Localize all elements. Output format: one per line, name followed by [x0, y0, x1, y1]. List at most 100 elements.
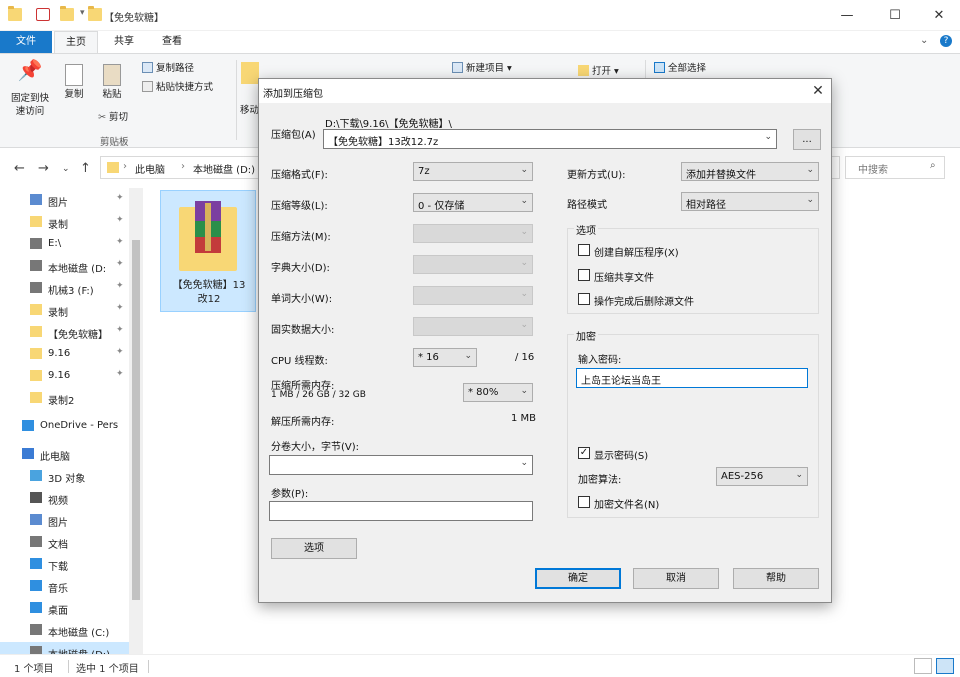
encryption-method-select[interactable]: AES-256 ⌄ — [716, 467, 808, 486]
tab-share[interactable]: 共享 — [104, 31, 144, 53]
chevron-down-icon: ⌄ — [520, 258, 528, 268]
properties-icon[interactable] — [36, 8, 50, 21]
open-icon — [578, 65, 589, 76]
window-folder-icon — [88, 6, 102, 21]
chevron-down-icon: ⌄ — [806, 195, 814, 205]
file-item-archive-folder[interactable]: 【免免软糖】13 改12 — [160, 190, 256, 312]
options-button[interactable]: 选项 — [271, 538, 357, 559]
cancel-button[interactable]: 取消 — [633, 568, 719, 589]
cpu-threads-select[interactable]: * 16 ⌄ — [413, 348, 477, 367]
archive-name-value: 【免免软糖】13改12.7z — [328, 137, 439, 148]
method-select: ⌄ — [413, 224, 533, 243]
update-mode-select[interactable]: 添加并替换文件 ⌄ — [681, 162, 819, 181]
large-icons-view-icon[interactable] — [936, 658, 954, 674]
tab-view[interactable]: 查看 — [152, 31, 192, 53]
forward-arrow-icon[interactable]: → — [38, 161, 49, 176]
nav-scrollbar-thumb[interactable] — [132, 240, 140, 600]
ribbon-collapse-icon[interactable]: ⌄ — [920, 35, 928, 46]
sidebar-item[interactable]: 本地磁盘 (D: ✦ — [0, 256, 130, 276]
sidebar-item[interactable]: 录制 ✦ — [0, 212, 130, 232]
back-arrow-icon[interactable]: ← — [14, 161, 25, 176]
sidebar-item[interactable]: 桌面 — [0, 598, 130, 618]
checkbox-checked-icon: ✓ — [578, 447, 590, 459]
tab-home[interactable]: 主页 — [54, 31, 98, 53]
help-icon[interactable]: ? — [940, 35, 952, 47]
ribbon-tabs: 文件 主页 共享 查看 ⌄ ? — [0, 31, 960, 53]
navigation-pane: 图片 ✦ 录制 ✦ E:\ ✦ 本地磁盘 (D: ✦ 机械3 (F:) ✦ 录制 ✦ 【免免软糖】 ✦ 9.… — [0, 188, 145, 654]
minimize-button[interactable]: — — [824, 0, 870, 31]
window-title: 【免免软糖】 — [104, 13, 164, 24]
paste-button[interactable]: 粘贴 — [98, 64, 126, 101]
sidebar-item[interactable]: 此电脑 — [0, 444, 130, 464]
browse-button[interactable]: ... — [793, 129, 821, 150]
sidebar-item[interactable]: 9.16 ✦ — [0, 344, 130, 364]
memory-usage-select[interactable]: * 80% ⌄ — [463, 383, 533, 402]
details-view-icon[interactable] — [914, 658, 932, 674]
select-all-button[interactable]: 全部选择 — [654, 62, 706, 76]
pin-quick-access-button[interactable]: 📌 固定到快 速访问 — [6, 60, 54, 118]
copy-path-button[interactable]: 复制路径 — [142, 62, 194, 76]
breadcrumb-this-pc[interactable]: 此电脑 — [135, 161, 165, 176]
parameters-input[interactable] — [269, 501, 533, 521]
quick-access-dropdown-icon[interactable]: ▾ — [80, 8, 85, 18]
close-window-button[interactable]: ✕ — [916, 0, 960, 31]
cut-button[interactable]: ✂ 剪切 — [98, 111, 128, 125]
move-to-button[interactable]: 移动 — [240, 62, 260, 116]
sidebar-item[interactable]: OneDrive - Pers — [0, 416, 130, 436]
tab-file[interactable]: 文件 — [0, 31, 52, 53]
search-input[interactable]: 中搜索 ⌕ — [845, 156, 945, 179]
sidebar-item[interactable]: 【免免软糖】 ✦ — [0, 322, 130, 342]
sidebar-item[interactable]: 3D 对象 — [0, 466, 130, 486]
sidebar-item[interactable]: 音乐 — [0, 576, 130, 596]
sidebar-item[interactable]: E:\ ✦ — [0, 234, 130, 254]
sidebar-item[interactable]: 录制2 — [0, 388, 130, 408]
path-mode-select[interactable]: 相对路径 ⌄ — [681, 192, 819, 211]
sidebar-item-label: E:\ — [48, 238, 62, 249]
scissors-icon: ✂ — [98, 112, 106, 123]
sidebar-item-label: 图片 — [48, 518, 68, 529]
sidebar-item-label: 录制 — [48, 220, 68, 231]
dialog-close-icon[interactable]: ✕ — [807, 81, 829, 101]
new-folder-icon[interactable] — [60, 6, 74, 21]
sidebar-item[interactable]: 视频 — [0, 488, 130, 508]
pin-icon: ✦ — [116, 237, 124, 247]
sidebar-item[interactable]: 机械3 (F:) ✦ — [0, 278, 130, 298]
sidebar-item[interactable]: 下载 — [0, 554, 130, 574]
paste-shortcut-button[interactable]: 粘贴快捷方式 — [142, 81, 213, 95]
format-select[interactable]: 7z ⌄ — [413, 162, 533, 181]
breadcrumb-drive-d[interactable]: 本地磁盘 (D:) — [193, 161, 255, 176]
archive-name-combo[interactable]: 【免免软糖】13改12.7z ⌄ — [323, 129, 777, 149]
search-placeholder: 中搜索 — [858, 165, 888, 176]
maximize-button[interactable]: ☐ — [872, 0, 918, 31]
recent-chevron-down-icon[interactable]: ⌄ — [62, 164, 70, 174]
chevron-down-icon: ⌄ — [520, 227, 528, 237]
winrar-folder-icon — [179, 201, 237, 271]
encryption-group: 加密 输入密码: 上岛王论坛当岛王 ✓ 显示密码(S) 加密算法: AES-256… — [567, 328, 819, 518]
help-button[interactable]: 帮助 — [733, 568, 819, 589]
level-select[interactable]: 0 - 仅存储 ⌄ — [413, 193, 533, 212]
sidebar-item[interactable]: 录制 ✦ — [0, 300, 130, 320]
sidebar-item[interactable]: 图片 — [0, 510, 130, 530]
ok-button[interactable]: 确定 — [535, 568, 621, 589]
chevron-down-icon: ⌄ — [520, 196, 528, 206]
up-arrow-icon[interactable]: ↑ — [80, 161, 91, 176]
copy-button[interactable]: 复制 — [60, 64, 88, 101]
options-group: 选项 创建自解压程序(X) 压缩共享文件 操作完成后删除源文件 — [567, 222, 819, 314]
sidebar-item[interactable]: 本地磁盘 (D:) — [0, 642, 130, 654]
split-size-combo[interactable]: ⌄ — [269, 455, 533, 475]
chevron-down-icon: ⌄ — [520, 289, 528, 299]
password-input[interactable]: 上岛王论坛当岛王 — [576, 368, 808, 388]
checkbox-box — [578, 269, 590, 281]
archive-path: D:\下载\9.16\【免免软糖】\ — [325, 119, 452, 130]
word-size-label: 单词大小(W): — [271, 294, 333, 305]
select-all-icon — [654, 62, 665, 73]
open-button[interactable]: 打开 ▾ — [578, 65, 619, 79]
sidebar-item[interactable]: 本地磁盘 (C:) — [0, 620, 130, 640]
pin-icon: ✦ — [116, 259, 124, 269]
clipboard-group-label: 剪贴板 — [100, 137, 129, 148]
new-item-button[interactable]: 新建项目 ▾ — [452, 62, 512, 76]
sidebar-item-icon — [22, 420, 34, 431]
sidebar-item[interactable]: 文档 — [0, 532, 130, 552]
sidebar-item[interactable]: 图片 ✦ — [0, 190, 130, 210]
sidebar-item[interactable]: 9.16 ✦ — [0, 366, 130, 386]
